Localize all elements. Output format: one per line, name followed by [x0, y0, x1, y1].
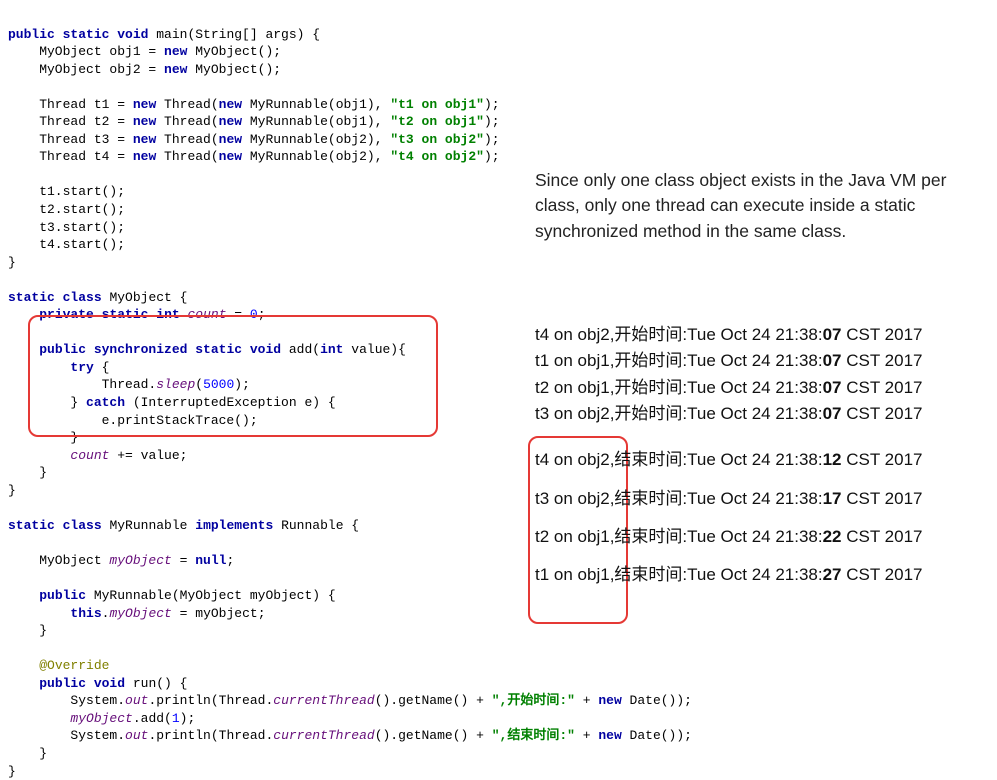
output-start-row: t1 on obj1,开始时间:Tue Oct 24 21:38:07 CST … — [535, 348, 995, 374]
output-end-row: t1 on obj1,结束时间:Tue Oct 24 21:38:27 CST … — [535, 562, 995, 588]
output-start-row: t4 on obj2,开始时间:Tue Oct 24 21:38:07 CST … — [535, 322, 995, 348]
output-end-row: t3 on obj2,结束时间:Tue Oct 24 21:38:17 CST … — [535, 486, 995, 512]
output-end-row: t4 on obj2,结束时间:Tue Oct 24 21:38:12 CST … — [535, 447, 995, 473]
output-start-row: t2 on obj1,开始时间:Tue Oct 24 21:38:07 CST … — [535, 375, 995, 401]
output-end-row: t2 on obj1,结束时间:Tue Oct 24 21:38:22 CST … — [535, 524, 995, 550]
explanation-text: Since only one class object exists in th… — [535, 168, 975, 244]
output-start-row: t3 on obj2,开始时间:Tue Oct 24 21:38:07 CST … — [535, 401, 995, 427]
console-output: t4 on obj2,开始时间:Tue Oct 24 21:38:07 CST … — [535, 322, 995, 589]
